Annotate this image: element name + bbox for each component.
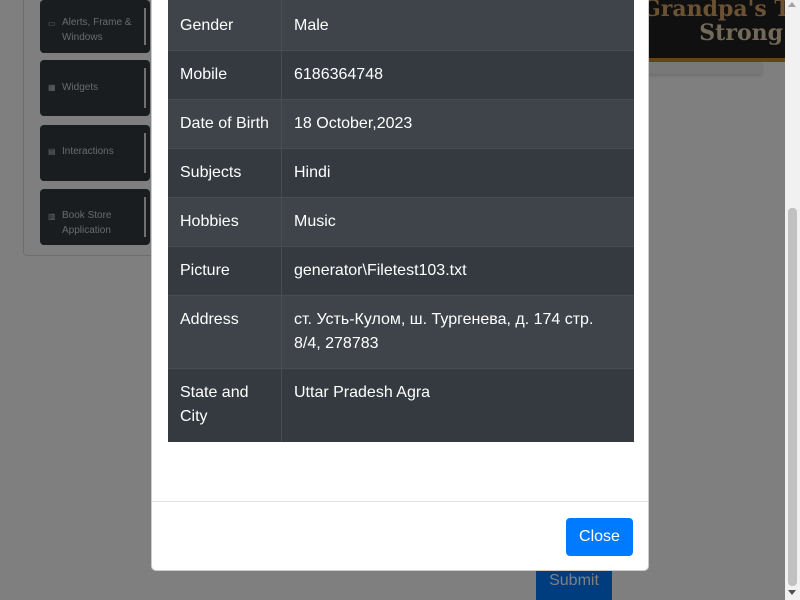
row-value: 6186364748 — [281, 50, 634, 100]
scroll-down-icon[interactable] — [788, 590, 796, 595]
row-key: Gender — [168, 0, 282, 51]
row-value: Uttar Pradesh Agra — [281, 368, 634, 442]
row-key: Address — [168, 295, 282, 369]
row-key: Picture — [168, 246, 282, 296]
submission-table: Gender Male Mobile 6186364748 Date of Bi… — [168, 0, 634, 442]
table-row: Date of Birth 18 October,2023 — [168, 99, 634, 149]
scrollbar-thumb[interactable] — [788, 208, 797, 586]
row-key: Hobbies — [168, 197, 282, 247]
table-row: Gender Male — [168, 0, 634, 51]
submission-modal: Gender Male Mobile 6186364748 Date of Bi… — [151, 0, 649, 571]
modal-footer: Close — [152, 501, 648, 572]
table-row: Hobbies Music — [168, 197, 634, 247]
close-button[interactable]: Close — [566, 518, 633, 556]
table-row: State and City Uttar Pradesh Agra — [168, 368, 634, 442]
row-value: Music — [281, 197, 634, 247]
table-row: Mobile 6186364748 — [168, 50, 634, 100]
table-row: Picture generator\Filetest103.txt — [168, 246, 634, 296]
row-key: State and City — [168, 368, 282, 442]
scroll-up-icon[interactable] — [788, 2, 796, 7]
row-value: generator\Filetest103.txt — [281, 246, 634, 296]
row-value: Male — [281, 0, 634, 51]
row-value: ст. Усть-Кулом, ш. Тургенева, д. 174 стр… — [281, 295, 634, 369]
row-key: Subjects — [168, 148, 282, 198]
row-key: Mobile — [168, 50, 282, 100]
row-value: 18 October,2023 — [281, 99, 634, 149]
row-key: Date of Birth — [168, 99, 282, 149]
table-row: Address ст. Усть-Кулом, ш. Тургенева, д.… — [168, 295, 634, 369]
row-value: Hindi — [281, 148, 634, 198]
table-row: Subjects Hindi — [168, 148, 634, 198]
